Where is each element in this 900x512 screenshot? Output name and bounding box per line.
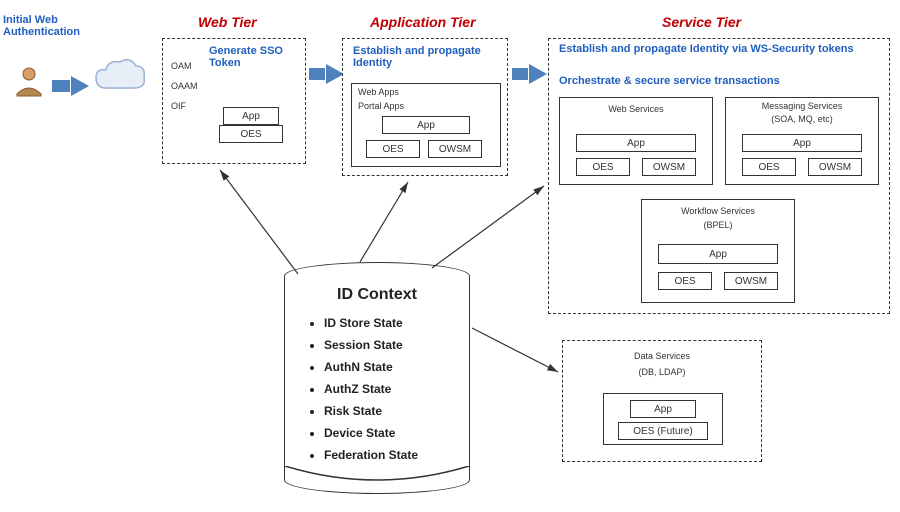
app-owsm-box: OWSM bbox=[428, 140, 482, 158]
msg-owsm-box: OWSM bbox=[808, 158, 862, 176]
oaam-label: OAAM bbox=[171, 81, 198, 91]
wf-owsm-box: OWSM bbox=[724, 272, 778, 290]
web-tier-title: Web Tier bbox=[198, 14, 257, 30]
workflow-box: Workflow Services (BPEL) App OES OWSM bbox=[641, 199, 795, 303]
app-tier-title: Application Tier bbox=[370, 14, 476, 30]
app-oes-box: OES bbox=[366, 140, 420, 158]
id-context-title: ID Context bbox=[284, 286, 470, 304]
app-tier-subtitle: Establish and propagate Identity bbox=[353, 45, 493, 69]
messaging-sub: (SOA, MQ, etc) bbox=[726, 114, 878, 124]
idc-item-0: ID Store State bbox=[324, 316, 462, 330]
arrow-web-app bbox=[309, 64, 344, 84]
service-tier-box: Establish and propagate Identity via WS-… bbox=[548, 38, 890, 314]
oam-label: OAM bbox=[171, 61, 192, 71]
ws-owsm-box: OWSM bbox=[642, 158, 696, 176]
messaging-title: Messaging Services bbox=[726, 101, 878, 111]
idc-item-2: AuthN State bbox=[324, 360, 462, 374]
service-tier-title: Service Tier bbox=[662, 14, 741, 30]
workflow-title: Workflow Services bbox=[642, 206, 794, 216]
id-context-list: ID Store State Session State AuthN State… bbox=[302, 316, 462, 470]
ws-oes-box: OES bbox=[576, 158, 630, 176]
cloud-icon bbox=[92, 54, 148, 98]
portal-apps-box: Web Apps Portal Apps App OES OWSM bbox=[351, 83, 501, 167]
web-services-box: Web Services App OES OWSM bbox=[559, 97, 713, 185]
idc-item-6: Federation State bbox=[324, 448, 462, 462]
idc-item-5: Device State bbox=[324, 426, 462, 440]
arrow-user-cloud bbox=[52, 76, 89, 96]
wf-app-box: App bbox=[658, 244, 778, 264]
workflow-sub: (BPEL) bbox=[642, 220, 794, 230]
web-tier-subtitle: Generate SSO Token bbox=[209, 45, 299, 69]
idc-item-1: Session State bbox=[324, 338, 462, 352]
oif-label: OIF bbox=[171, 101, 186, 111]
ds-oes-future-box: OES (Future) bbox=[618, 422, 708, 440]
data-services-sub: (DB, LDAP) bbox=[563, 367, 761, 377]
wf-oes-box: OES bbox=[658, 272, 712, 290]
data-inner-box: App OES (Future) bbox=[603, 393, 723, 445]
arrow-app-service bbox=[512, 64, 547, 84]
portal-apps-label: Portal Apps bbox=[358, 101, 404, 111]
data-services-title: Data Services bbox=[563, 351, 761, 361]
web-app-box: App bbox=[223, 107, 279, 125]
web-tier-box: Generate SSO Token OAM OAAM OIF App OES bbox=[162, 38, 306, 164]
ws-app-box: App bbox=[576, 134, 696, 152]
service-line1: Establish and propagate Identity via WS-… bbox=[559, 43, 879, 55]
web-services-title: Web Services bbox=[560, 104, 712, 114]
idc-item-3: AuthZ State bbox=[324, 382, 462, 396]
ds-app-box: App bbox=[630, 400, 696, 418]
user-icon bbox=[12, 64, 46, 98]
service-line2: Orchestrate & secure service transaction… bbox=[559, 75, 879, 87]
data-services-box: Data Services (DB, LDAP) App OES (Future… bbox=[562, 340, 762, 462]
messaging-box: Messaging Services (SOA, MQ, etc) App OE… bbox=[725, 97, 879, 185]
web-apps-label: Web Apps bbox=[358, 87, 399, 97]
idc-item-4: Risk State bbox=[324, 404, 462, 418]
id-context-cylinder: ID Context ID Store State Session State … bbox=[284, 262, 470, 494]
msg-app-box: App bbox=[742, 134, 862, 152]
web-oes-box: OES bbox=[219, 125, 283, 143]
msg-oes-box: OES bbox=[742, 158, 796, 176]
initial-web-auth-label: Initial Web Authentication bbox=[3, 14, 83, 38]
app-tier-box: Establish and propagate Identity Web App… bbox=[342, 38, 508, 176]
app-app-box: App bbox=[382, 116, 470, 134]
